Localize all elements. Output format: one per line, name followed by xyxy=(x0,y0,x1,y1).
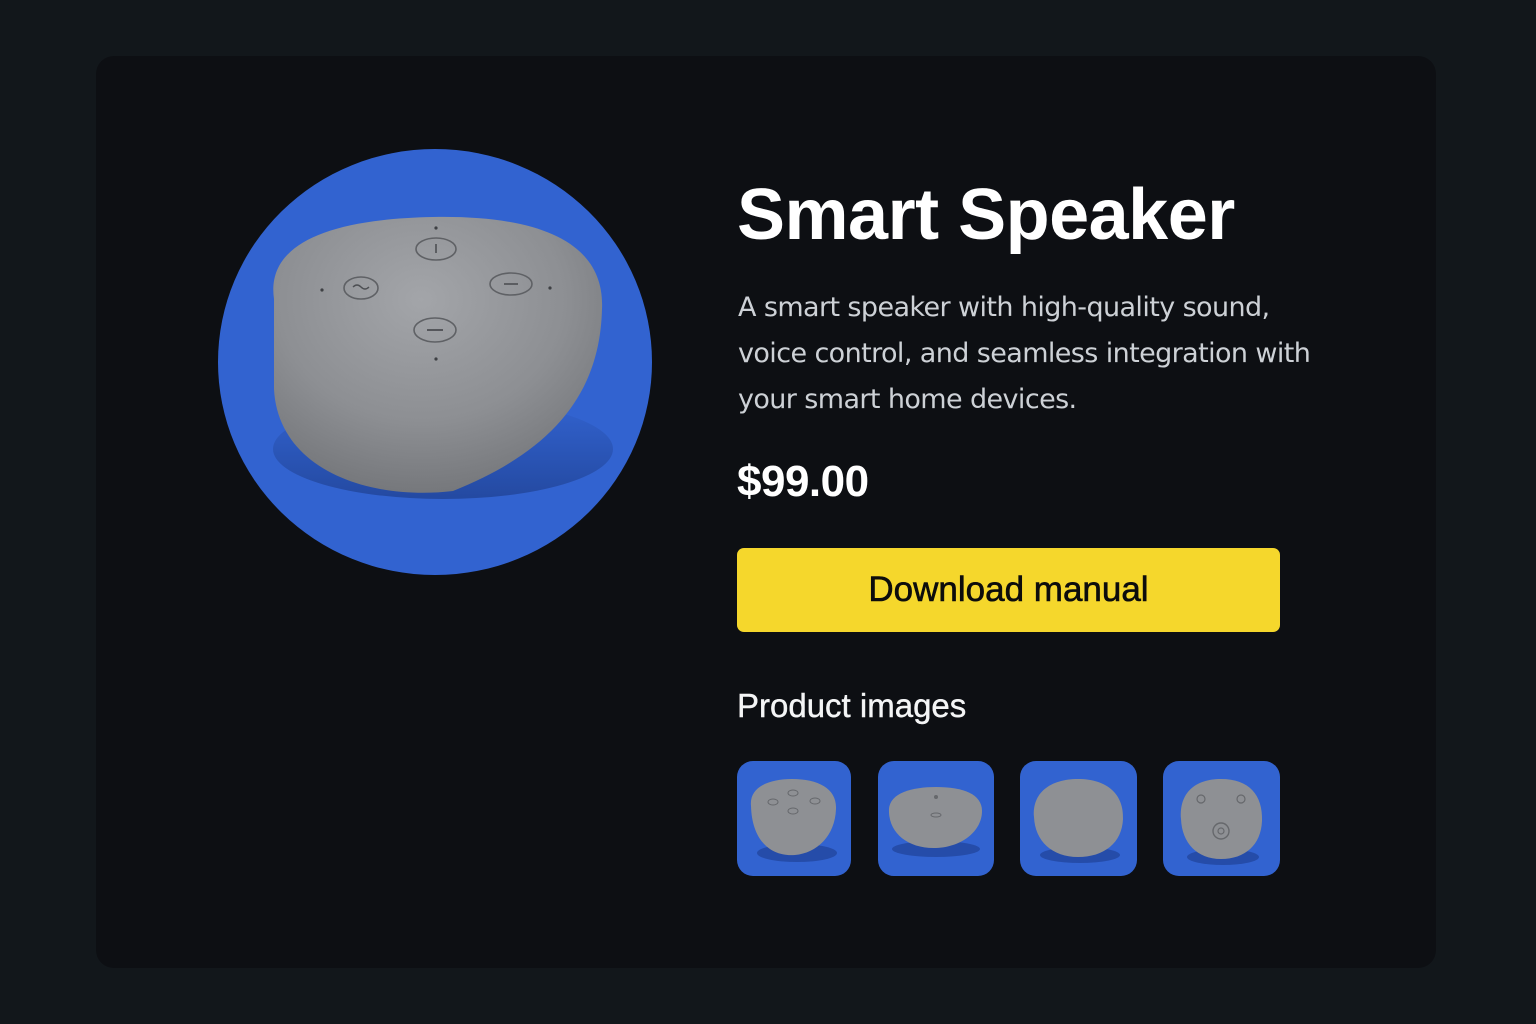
product-thumbnail-2[interactable] xyxy=(878,761,994,876)
product-hero-image xyxy=(218,149,652,575)
product-thumbnail-1[interactable] xyxy=(737,761,851,876)
download-manual-button[interactable]: Download manual xyxy=(737,548,1280,632)
product-price: $99.00 xyxy=(737,457,869,506)
product-description: A smart speaker with high-quality sound,… xyxy=(738,292,1311,415)
product-images-heading: Product images xyxy=(737,687,967,724)
speaker-thumbnail-image xyxy=(1180,779,1263,865)
speaker-thumbnail-image xyxy=(888,787,982,857)
product-title: Smart Speaker xyxy=(737,175,1235,255)
speaker-thumbnail-image xyxy=(1033,779,1124,863)
product-thumbnail-4[interactable] xyxy=(1163,761,1280,876)
speaker-image xyxy=(273,216,613,499)
speaker-thumbnail-image xyxy=(750,779,837,862)
product-thumbnail-3[interactable] xyxy=(1020,761,1137,876)
